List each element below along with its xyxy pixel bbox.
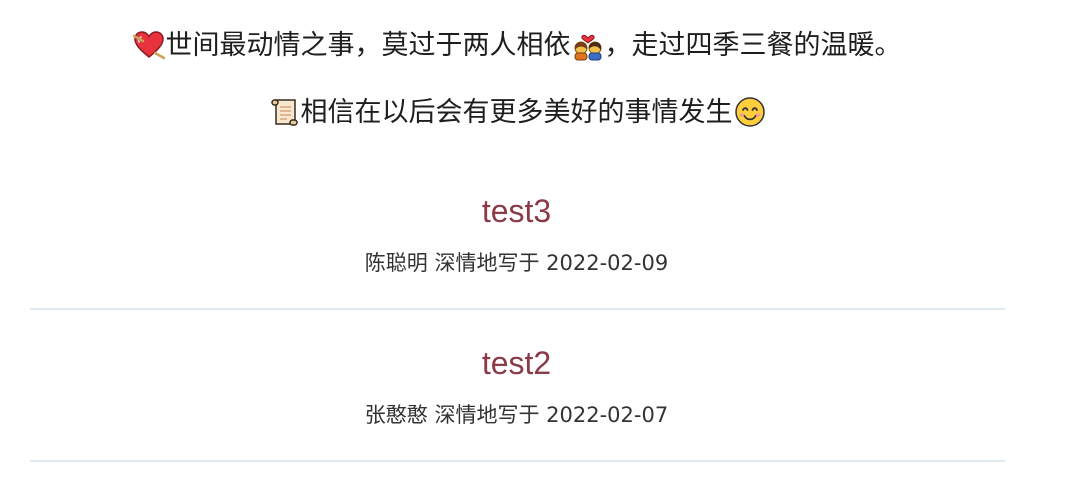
post-written-label: 深情地写于 [434,251,540,275]
post-date: 2022-02-09 [546,251,669,275]
post-date: 2022-02-07 [546,403,669,427]
smiling-face-icon [734,96,766,128]
post-meta: 陈聪明 深情地写于 2022-02-09 [0,249,1033,277]
post-divider [30,308,1005,310]
post-author: 张憨憨 [364,403,428,427]
post-divider [30,460,1005,462]
intro-text-1a: 世间最动情之事，莫过于两人相依 [165,30,571,61]
post-title-link[interactable]: test3 [0,191,1033,231]
scroll-icon [268,96,300,128]
post-author: 陈聪明 [364,251,428,275]
intro-line-2: 相信在以后会有更多美好的事情发生 [0,96,1033,130]
post-written-label: 深情地写于 [434,403,540,427]
couple-icon [572,29,604,61]
intro-text-1b: ，走过四季三餐的温暖。 [604,30,902,61]
intro-text-2: 相信在以后会有更多美好的事情发生 [300,97,733,128]
heart-icon [132,29,165,61]
post-title-link[interactable]: test2 [0,343,1033,383]
intro-line-1: 世间最动情之事，莫过于两人相依 ，走过四季三餐的温暖。 [0,29,1033,63]
post-meta: 张憨憨 深情地写于 2022-02-07 [0,401,1033,429]
